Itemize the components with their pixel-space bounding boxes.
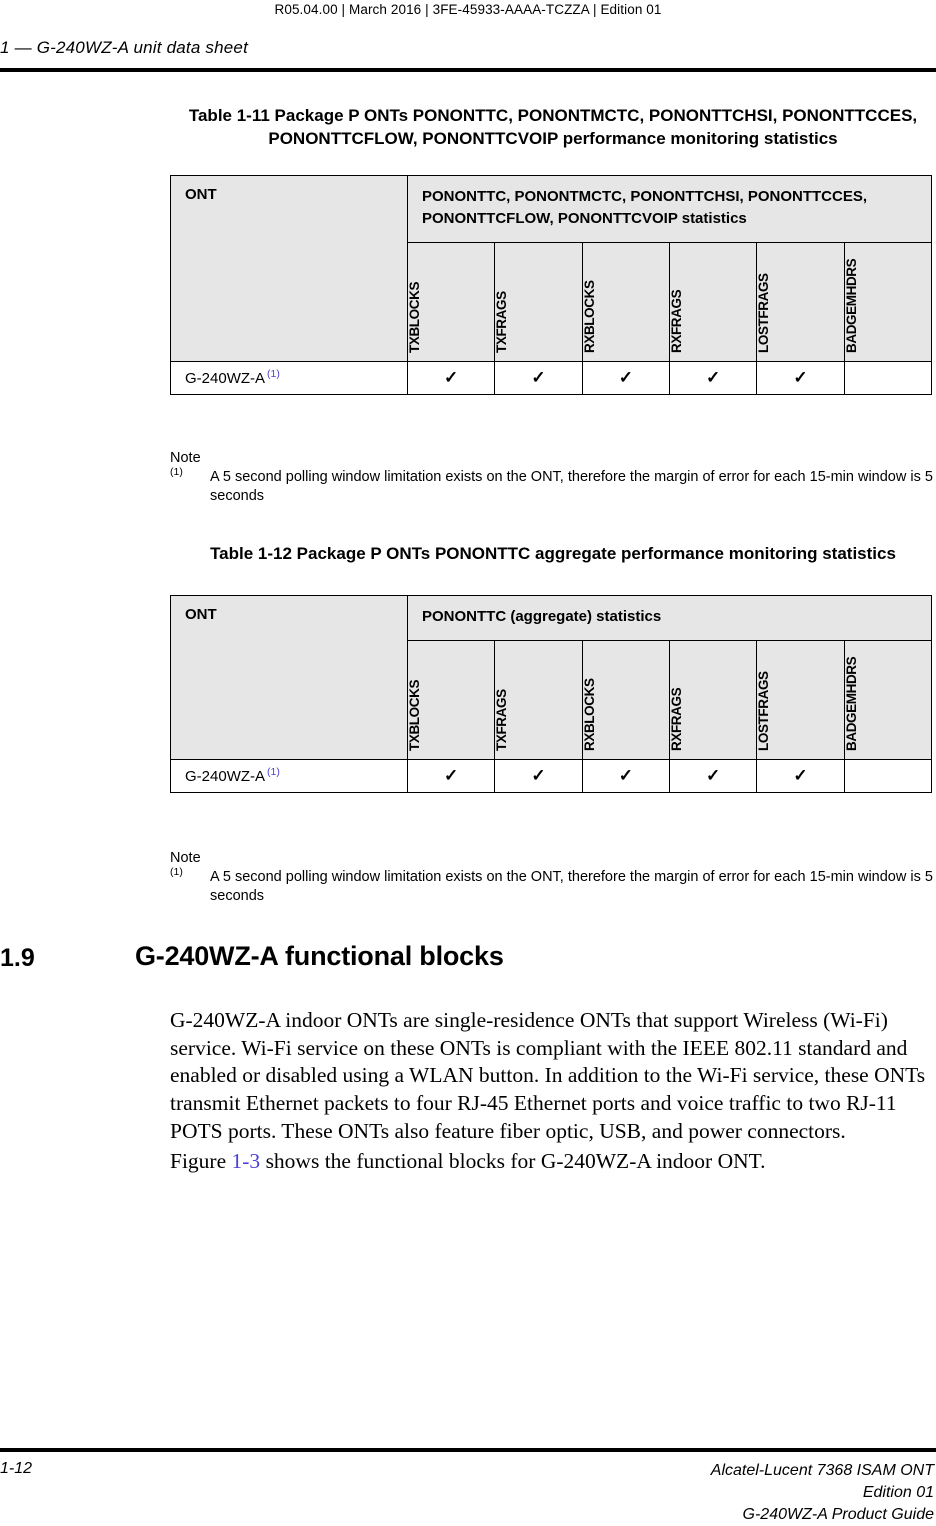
column-header-rxblocks-label: RXBLOCKS — [581, 279, 597, 353]
column-header-txfrags-label: TXFRAGS — [494, 290, 510, 353]
stats-column-header: PONONTTC, PONONTMCTC, PONONTTCHSI, PONON… — [407, 175, 932, 243]
column-header-lostfrags: LOSTFRAGS — [756, 639, 845, 760]
table-header-row: ONT PONONTTC, PONONTMCTC, PONONTTCHSI, P… — [170, 175, 932, 243]
column-header-txblocks: TXBLOCKS — [406, 639, 496, 760]
cell-txfrags: ✓ — [494, 360, 583, 395]
footnote-marker: (1) — [267, 368, 280, 380]
row-label-ont-text: G-240WZ-A — [185, 768, 266, 786]
column-header-lostfrags: LOSTFRAGS — [756, 241, 845, 362]
column-header-badgemhdrs-label: BADGEMHDRS — [843, 656, 859, 751]
cell-rxfrags: ✓ — [668, 758, 758, 793]
document-page: R05.04.00 | March 2016 | 3FE-45933-AAAA-… — [0, 0, 936, 1523]
column-header-txfrags: TXFRAGS — [494, 241, 583, 362]
cell-badgemhdrs — [843, 360, 933, 395]
stats-column-header: PONONTTC (aggregate) statistics — [407, 595, 932, 641]
footer-line-2: Edition 01 — [862, 1484, 934, 1502]
body-paragraph-1: G-240WZ-A indoor ONTs are single-residen… — [170, 1008, 926, 1143]
column-header-txblocks: TXBLOCKS — [406, 241, 496, 362]
column-header-rxfrags: RXFRAGS — [668, 241, 758, 362]
table-header-row: ONT PONONTTC (aggregate) statistics — [170, 595, 932, 641]
row-label-ont: G-240WZ-A (1) — [170, 360, 408, 395]
row-label-ont-text: G-240WZ-A — [185, 370, 266, 387]
column-header-lostfrags-label: LOSTFRAGS — [756, 671, 772, 751]
note-item: (1) A 5 second polling window limitation… — [170, 466, 936, 507]
column-header-txfrags-label: TXFRAGS — [494, 689, 510, 751]
cell-txfrags: ✓ — [494, 758, 583, 793]
header-rule — [0, 68, 936, 72]
ont-column-header: ONT — [170, 595, 408, 641]
figure-1-3-link[interactable]: 1-3 — [232, 1149, 261, 1173]
table-vertical-header-row: TXBLOCKS TXFRAGS RXBLOCKS RXFRAGS LOSTFR… — [170, 639, 933, 760]
note-block-1: Note (1) A 5 second polling window limit… — [170, 450, 936, 507]
column-header-rxfrags-label: RXFRAGS — [668, 687, 684, 751]
note-block-2: Note (1) A 5 second polling window limit… — [170, 850, 936, 907]
footer-page-number: 1-12 — [0, 1460, 33, 1477]
section-number: 1.9 — [0, 944, 35, 972]
row-label-ont: G-240WZ-A (1) — [170, 758, 408, 793]
cell-badgemhdrs — [843, 758, 933, 793]
footer-rule — [0, 1448, 936, 1452]
figure-ref-prefix: Figure — [170, 1149, 232, 1173]
column-header-rxfrags: RXFRAGS — [668, 639, 758, 760]
note-marker: (1) — [170, 466, 183, 478]
table-1-11: ONT PONONTTC, PONONTMCTC, PONONTTCHSI, P… — [170, 175, 933, 395]
cell-lostfrags: ✓ — [756, 758, 845, 793]
note-item: (1) A 5 second polling window limitation… — [170, 866, 936, 907]
cell-txblocks: ✓ — [406, 360, 496, 395]
column-header-rxblocks: RXBLOCKS — [581, 639, 670, 760]
chapter-heading: 1 — G-240WZ-A unit data sheet — [0, 38, 249, 57]
column-header-lostfrags-label: LOSTFRAGS — [756, 272, 772, 353]
figure-ref-suffix: shows the functional blocks for G-240WZ-… — [260, 1149, 766, 1173]
ont-column-header: ONT — [170, 175, 408, 242]
footer-product-info: Alcatel-Lucent 7368 ISAM ONT Edition 01 … — [711, 1460, 934, 1526]
column-header-txblocks-label: TXBLOCKS — [407, 679, 422, 751]
ont-column-spacer — [170, 242, 408, 362]
cell-rxblocks: ✓ — [581, 360, 670, 395]
cell-txblocks: ✓ — [406, 758, 496, 793]
column-header-txblocks-label: TXBLOCKS — [407, 281, 422, 353]
table-vertical-header-row: TXBLOCKS TXFRAGS RXBLOCKS RXFRAGS LOSTFR… — [170, 241, 933, 362]
note-marker: (1) — [170, 866, 183, 878]
table-row: G-240WZ-A (1) ✓ ✓ ✓ ✓ ✓ — [170, 360, 933, 395]
footer-line-1: Alcatel-Lucent 7368 ISAM ONT — [710, 1462, 934, 1479]
cell-rxblocks: ✓ — [581, 758, 670, 793]
footer-line-3: G-240WZ-A Product Guide — [742, 1506, 934, 1524]
section-title: G-240WZ-A functional blocks — [135, 941, 504, 971]
footnote-marker: (1) — [267, 766, 280, 779]
column-header-badgemhdrs: BADGEMHDRS — [843, 639, 933, 760]
column-header-rxblocks-label: RXBLOCKS — [581, 678, 597, 751]
column-header-rxblocks: RXBLOCKS — [581, 241, 670, 362]
cell-rxfrags: ✓ — [668, 360, 758, 395]
table-caption-1-11: Table 1-11 Package P ONTs PONONTTC, PONO… — [188, 106, 918, 148]
note-text: A 5 second polling window limitation exi… — [210, 469, 933, 505]
note-title: Note — [170, 450, 201, 466]
column-header-badgemhdrs: BADGEMHDRS — [843, 241, 933, 362]
running-header: R05.04.00 | March 2016 | 3FE-45933-AAAA-… — [274, 2, 662, 17]
ont-column-spacer — [170, 640, 408, 760]
column-header-txfrags: TXFRAGS — [494, 639, 583, 760]
table-caption-1-12: Table 1-12 Package P ONTs PONONTTC aggre… — [210, 544, 896, 563]
column-header-badgemhdrs-label: BADGEMHDRS — [843, 258, 859, 353]
body-paragraph-2: Figure 1-3 shows the functional blocks f… — [170, 1148, 936, 1176]
table-1-12: ONT PONONTTC (aggregate) statistics TXBL… — [170, 595, 933, 793]
table-row: G-240WZ-A (1) ✓ ✓ ✓ ✓ ✓ — [170, 758, 933, 793]
column-header-rxfrags-label: RXFRAGS — [668, 289, 684, 353]
note-title: Note — [170, 850, 201, 866]
cell-lostfrags: ✓ — [756, 360, 845, 395]
note-text: A 5 second polling window limitation exi… — [210, 869, 933, 905]
